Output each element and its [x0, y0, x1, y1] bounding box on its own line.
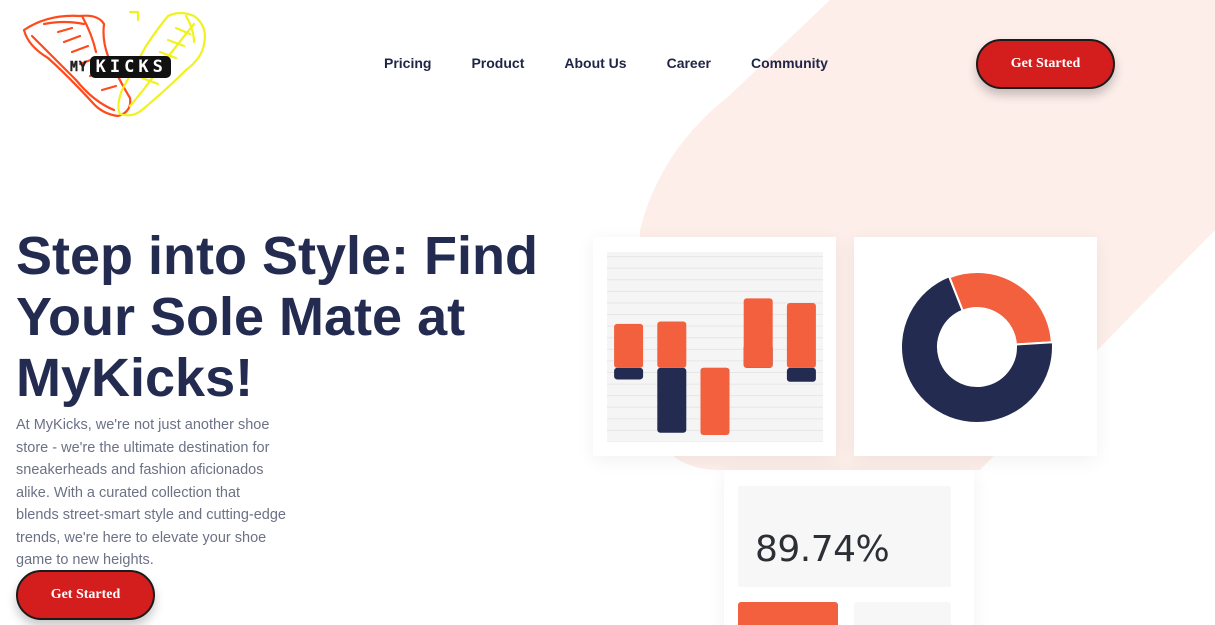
donut-chart-card — [854, 237, 1097, 456]
stat-grey-block — [854, 602, 951, 625]
mykicks-logo[interactable]: MY KICKS — [18, 6, 214, 122]
header-get-started-button[interactable]: Get Started — [976, 39, 1115, 89]
stat-box: 89.74% — [738, 486, 951, 587]
hero-get-started-button[interactable]: Get Started — [16, 570, 155, 620]
nav-link-product[interactable]: Product — [471, 55, 524, 71]
bar-orange-segment — [743, 298, 773, 368]
nav-link-career[interactable]: Career — [667, 55, 711, 71]
hero-description: At MyKicks, we're not just another shoe … — [16, 417, 286, 568]
stat-orange-block — [738, 602, 838, 625]
bar-chart-card — [593, 237, 836, 456]
bar-chart — [607, 252, 823, 442]
logo-kicks-text: KICKS — [89, 56, 171, 78]
hero-title: Step into Style: Find Your Sole Mate at … — [16, 226, 538, 408]
donut-chart — [900, 271, 1054, 424]
donut-slice-orange — [948, 271, 1053, 346]
nav-link-community[interactable]: Community — [751, 55, 828, 71]
nav-link-pricing[interactable]: Pricing — [384, 55, 431, 71]
stats-card: 89.74% — [724, 470, 974, 625]
stat-value: 89.74% — [755, 529, 890, 570]
logo-my-text: MY — [70, 59, 88, 75]
bar-orange-segment — [657, 321, 687, 368]
logo-wordmark: MY KICKS — [70, 56, 171, 78]
main-nav: Pricing Product About Us Career Communit… — [384, 55, 828, 71]
bar-navy-segment — [786, 367, 816, 382]
bar-navy-segment — [614, 367, 644, 380]
bar-orange-segment — [786, 302, 816, 368]
bar-navy-segment — [657, 367, 687, 433]
bar-orange-segment — [614, 323, 644, 368]
nav-link-about-us[interactable]: About Us — [564, 55, 626, 71]
bar-orange-segment — [700, 367, 730, 436]
